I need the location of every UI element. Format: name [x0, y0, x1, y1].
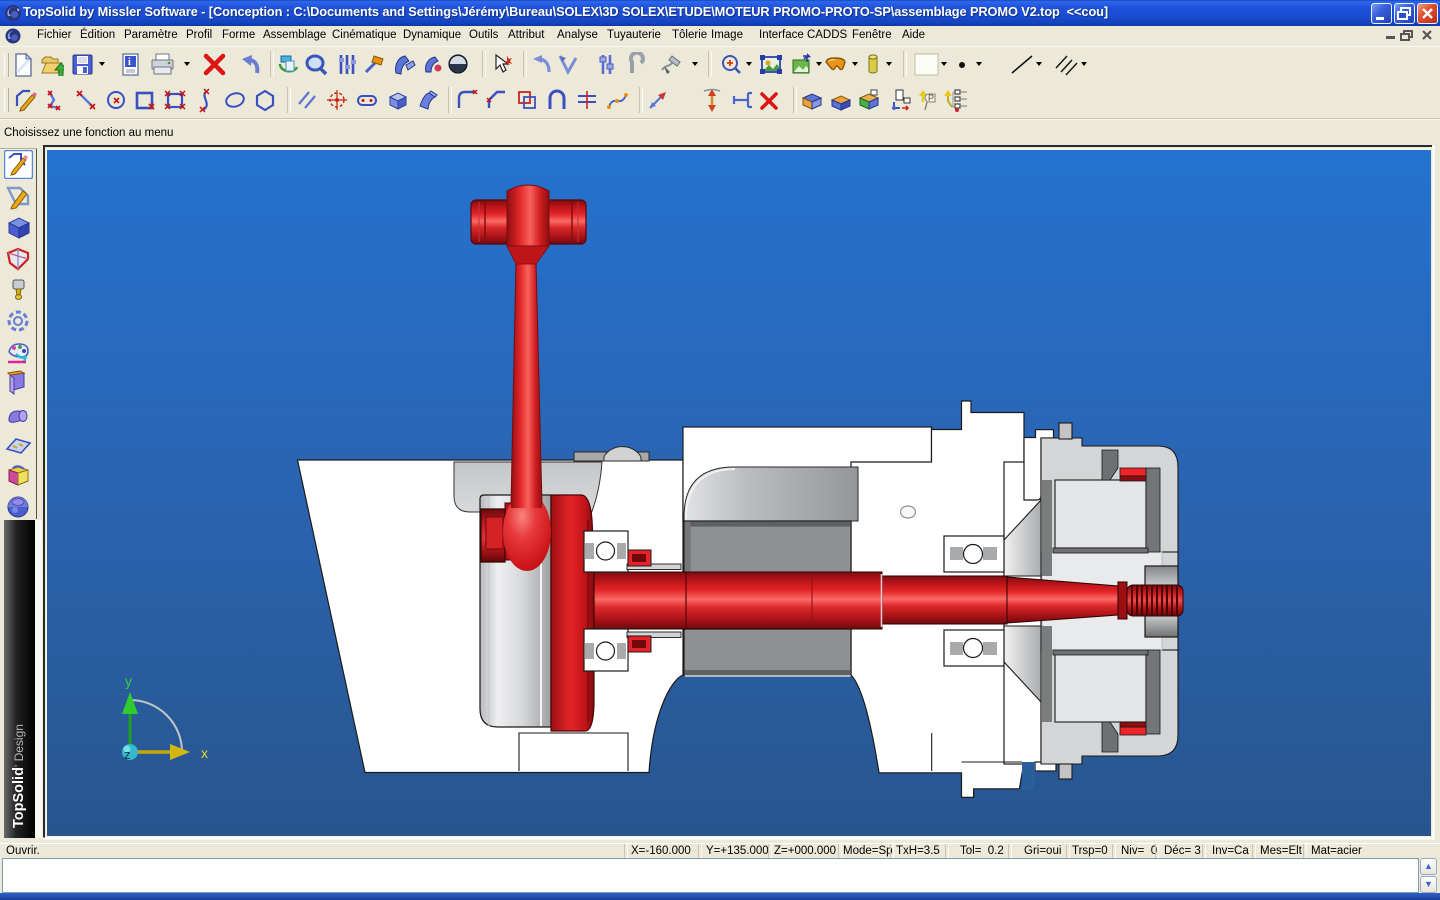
svg-text:z: z: [124, 747, 131, 762]
svg-text:y: y: [125, 673, 132, 689]
svg-text:i: i: [128, 57, 131, 68]
svg-text:x: x: [201, 745, 208, 761]
svg-text:P: P: [928, 93, 934, 103]
